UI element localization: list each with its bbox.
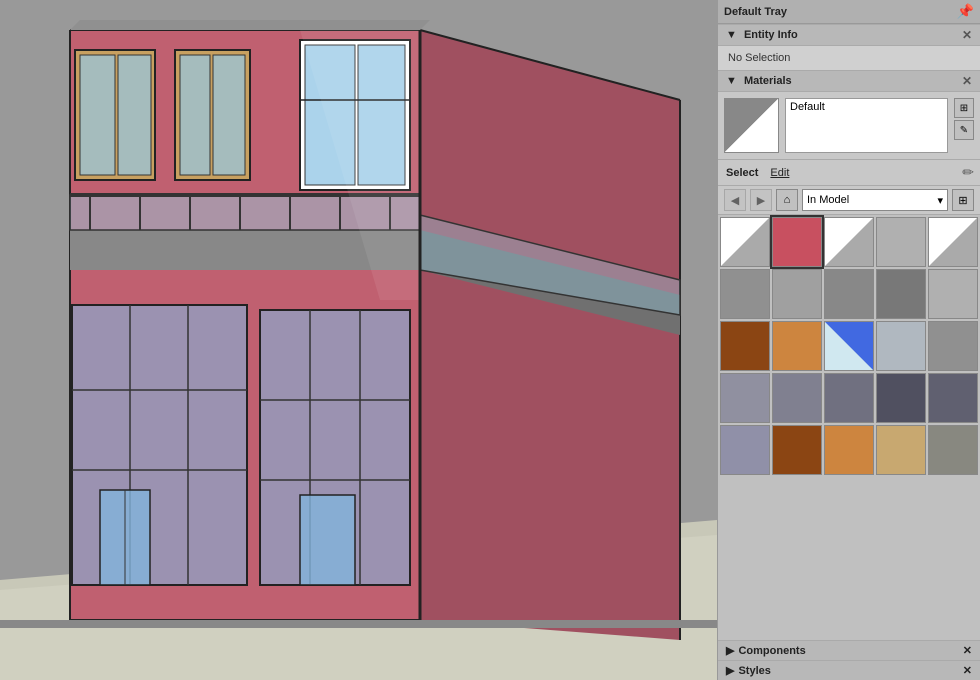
material-action-buttons: ⊞ ✎ bbox=[954, 98, 974, 153]
swatch-20[interactable] bbox=[720, 425, 770, 475]
components-arrow: ▶ bbox=[726, 644, 734, 657]
swatch-1[interactable]: Brick, Common bbox=[772, 217, 822, 267]
swatch-5[interactable] bbox=[720, 269, 770, 319]
tray-header: Default Tray 📌 bbox=[718, 0, 980, 24]
swatch-2[interactable] bbox=[824, 217, 874, 267]
entity-info-status: No Selection bbox=[728, 52, 790, 64]
tab-select[interactable]: Select bbox=[724, 166, 760, 180]
swatch-4[interactable] bbox=[928, 217, 978, 267]
swatch-21[interactable] bbox=[772, 425, 822, 475]
dropdown-arrow: ▾ bbox=[937, 194, 943, 207]
pencil-icon[interactable]: ✏ bbox=[962, 164, 974, 181]
materials-arrow: ▼ bbox=[726, 75, 737, 87]
styles-section[interactable]: ▶ Styles ✕ bbox=[718, 660, 980, 680]
swatch-14[interactable] bbox=[928, 321, 978, 371]
styles-arrow: ▶ bbox=[726, 664, 734, 677]
materials-close[interactable]: ✕ bbox=[962, 74, 972, 88]
pin-icon[interactable]: 📌 bbox=[957, 3, 974, 20]
nav-forward-button[interactable]: ▶ bbox=[750, 189, 772, 211]
styles-close[interactable]: ✕ bbox=[963, 664, 972, 677]
swatch-16[interactable] bbox=[772, 373, 822, 423]
nav-back-button[interactable]: ◀ bbox=[724, 189, 746, 211]
material-action-btn-2[interactable]: ✎ bbox=[954, 120, 974, 140]
swatch-3[interactable] bbox=[876, 217, 926, 267]
dropdown-value: In Model bbox=[807, 194, 849, 206]
swatch-15[interactable] bbox=[720, 373, 770, 423]
entity-info-label: Entity Info bbox=[744, 29, 798, 41]
styles-label: Styles bbox=[738, 665, 770, 677]
viewport-3d[interactable] bbox=[0, 0, 717, 680]
swatch-12[interactable] bbox=[824, 321, 874, 371]
material-name-box: Default bbox=[785, 98, 948, 153]
swatch-22[interactable] bbox=[824, 425, 874, 475]
swatch-19[interactable] bbox=[928, 373, 978, 423]
components-section[interactable]: ▶ Components ✕ bbox=[718, 640, 980, 660]
nav-browse-button[interactable]: ⊞ bbox=[952, 189, 974, 211]
swatch-7[interactable] bbox=[824, 269, 874, 319]
entity-info-close[interactable]: ✕ bbox=[962, 28, 972, 42]
entity-info-header[interactable]: ▼ Entity Info ✕ bbox=[718, 24, 980, 46]
right-panel: Default Tray 📌 ▼ Entity Info ✕ No Select… bbox=[717, 0, 980, 680]
swatches-grid: Brick, Common bbox=[720, 217, 978, 475]
swatch-9[interactable] bbox=[928, 269, 978, 319]
components-close[interactable]: ✕ bbox=[963, 644, 972, 657]
material-preview-swatch bbox=[724, 98, 779, 153]
entity-info-content: No Selection bbox=[718, 46, 980, 70]
entity-info-arrow: ▼ bbox=[726, 29, 737, 41]
swatch-10[interactable] bbox=[720, 321, 770, 371]
components-label: Components bbox=[738, 645, 805, 657]
material-preview-row: Default ⊞ ✎ bbox=[718, 92, 980, 160]
material-tabs: Select Edit ✏ bbox=[718, 160, 980, 186]
material-library-dropdown[interactable]: In Model ▾ bbox=[802, 189, 948, 211]
tray-title: Default Tray bbox=[724, 6, 787, 18]
material-action-btn-1[interactable]: ⊞ bbox=[954, 98, 974, 118]
materials-label: Materials bbox=[744, 75, 792, 87]
swatch-11[interactable] bbox=[772, 321, 822, 371]
swatch-6[interactable] bbox=[772, 269, 822, 319]
materials-content: Default ⊞ ✎ Select Edit ✏ ◀ ▶ ⌂ In Model… bbox=[718, 92, 980, 640]
swatch-23[interactable] bbox=[876, 425, 926, 475]
swatch-24[interactable] bbox=[928, 425, 978, 475]
materials-header[interactable]: ▼ Materials ✕ bbox=[718, 70, 980, 92]
swatch-17[interactable] bbox=[824, 373, 874, 423]
swatch-18[interactable] bbox=[876, 373, 926, 423]
nav-home-button[interactable]: ⌂ bbox=[776, 189, 798, 211]
material-name: Default bbox=[790, 101, 825, 113]
material-nav: ◀ ▶ ⌂ In Model ▾ ⊞ bbox=[718, 186, 980, 215]
swatch-13[interactable] bbox=[876, 321, 926, 371]
swatch-0[interactable] bbox=[720, 217, 770, 267]
tab-edit[interactable]: Edit bbox=[768, 166, 791, 180]
swatch-8[interactable] bbox=[876, 269, 926, 319]
swatches-container[interactable]: Brick, Common bbox=[718, 215, 980, 640]
